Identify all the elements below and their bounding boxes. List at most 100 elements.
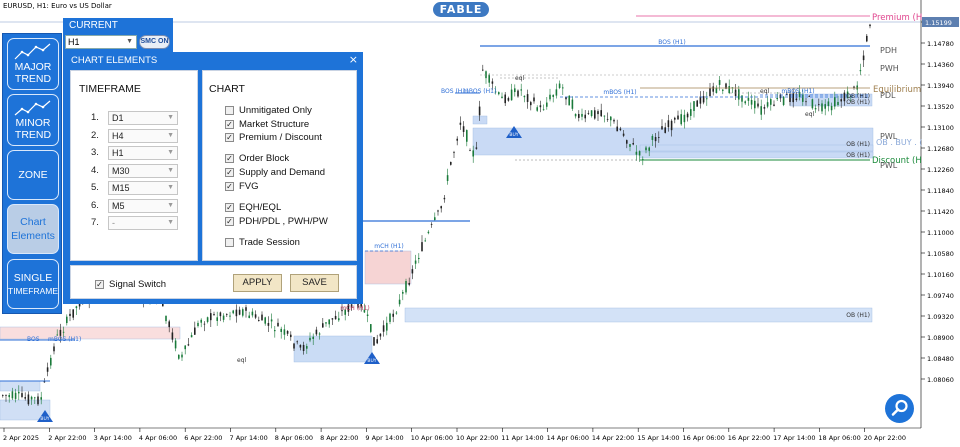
- chart-option-checkbox[interactable]: Unmitigated Only: [225, 105, 355, 118]
- candle: [334, 315, 337, 320]
- chart-option-checkbox[interactable]: ✓ FVG: [225, 181, 355, 194]
- time-label: 2 Apr 22:00: [48, 434, 86, 442]
- trend-icon: [14, 100, 51, 116]
- signal-switch-label: Signal Switch: [109, 279, 167, 290]
- chart-option-label: Premium / Discount: [239, 132, 322, 143]
- candle: [677, 115, 679, 120]
- timeframe-dropdown[interactable]: D1 ▼: [108, 111, 178, 125]
- candle: [782, 96, 785, 105]
- candle: [296, 341, 298, 343]
- close-icon[interactable]: ×: [349, 53, 358, 66]
- candle: [53, 346, 55, 352]
- candle: [379, 333, 382, 337]
- checkbox-icon: ✓: [95, 280, 104, 289]
- candle: [750, 99, 753, 105]
- candle: [686, 113, 689, 118]
- timeframe-dropdown[interactable]: - ▼: [108, 216, 178, 230]
- ob-label: OB (H1): [846, 152, 870, 159]
- candle: [328, 319, 330, 325]
- timeframe-value: M15: [112, 183, 130, 193]
- candle: [245, 307, 247, 311]
- apply-button[interactable]: APPLY: [233, 274, 282, 292]
- candle: [744, 101, 746, 104]
- candle: [414, 260, 417, 264]
- candle: [411, 269, 414, 274]
- single-timeframe-button[interactable]: SINGLE TIMEFRAME: [7, 259, 59, 309]
- pwl-label: PWL: [880, 161, 898, 170]
- candle: [859, 70, 862, 72]
- candle: [680, 114, 682, 125]
- chart-option-checkbox[interactable]: ✓ Market Structure: [225, 119, 355, 132]
- buy-label: BUY: [40, 416, 49, 422]
- checkbox-icon: [225, 238, 234, 247]
- timeframe-row: 3. H1 ▼: [91, 146, 191, 160]
- major-trend-button[interactable]: MAJOR TREND: [7, 38, 59, 90]
- candle: [645, 147, 647, 151]
- dialog-footer: ✓ Signal Switch APPLY SAVE: [70, 265, 357, 299]
- candle: [206, 317, 209, 322]
- candle: [770, 99, 772, 105]
- candle: [485, 71, 487, 79]
- candle: [526, 94, 529, 102]
- chart-option-checkbox[interactable]: ✓ PDH/PDL , PWH/PW: [225, 216, 355, 229]
- candle: [824, 104, 826, 109]
- candle: [613, 119, 615, 122]
- chart-elements-button[interactable]: Chart Elements: [7, 204, 59, 254]
- candle: [597, 111, 599, 115]
- candle: [264, 317, 266, 324]
- timeframe-dropdown[interactable]: H1 ▼: [108, 146, 178, 160]
- candle: [670, 120, 673, 131]
- candle: [702, 96, 705, 103]
- checkbox-icon: ✓: [225, 168, 234, 177]
- candle: [373, 337, 375, 346]
- trend-icon: [14, 43, 51, 60]
- candle: [546, 102, 548, 107]
- timeframe-dropdown[interactable]: H4 ▼: [108, 128, 178, 143]
- timeframe-value: M5: [112, 200, 125, 211]
- chevron-down-icon: ▼: [167, 131, 174, 139]
- candle: [530, 102, 532, 106]
- current-timeframe-select[interactable]: H1 ▼: [65, 35, 137, 49]
- candle: [795, 98, 798, 101]
- pwl-label: PWL: [880, 132, 898, 141]
- current-title: CURRENT: [69, 20, 118, 31]
- candle: [622, 133, 625, 136]
- candle: [728, 86, 730, 94]
- single-timeframe-label-2: TIMEFRAME: [8, 286, 59, 296]
- timeframe-dropdown[interactable]: M5 ▼: [108, 198, 178, 213]
- candle: [590, 110, 593, 117]
- minor-trend-label-2: TREND: [14, 129, 52, 141]
- chart-option-checkbox[interactable]: ✓ EQH/EQL: [225, 202, 355, 215]
- candle: [862, 55, 865, 61]
- smc-toggle-button[interactable]: SMC ON: [139, 35, 170, 49]
- chart-option-checkbox[interactable]: Trade Session: [225, 237, 355, 250]
- candle: [8, 394, 10, 398]
- mch-label: mCH (H1): [340, 305, 369, 312]
- minor-trend-button[interactable]: MINOR TREND: [7, 94, 59, 146]
- candle: [280, 328, 282, 332]
- candle: [699, 96, 702, 104]
- signal-switch-checkbox[interactable]: ✓ Signal Switch: [95, 279, 225, 292]
- search-button[interactable]: [885, 394, 914, 423]
- timeframe-number: 4.: [91, 164, 99, 176]
- timeframe-dropdown[interactable]: M30 ▼: [108, 163, 178, 178]
- time-label: 15 Apr 14:00: [637, 434, 679, 442]
- candle: [584, 114, 586, 119]
- candle: [366, 314, 369, 317]
- chart-option-checkbox[interactable]: ✓ Order Block: [225, 153, 355, 166]
- candle: [398, 299, 401, 305]
- candle: [718, 80, 721, 85]
- ob-label: OB (H1): [846, 141, 870, 148]
- candle: [446, 175, 449, 181]
- candle: [581, 113, 583, 117]
- zone-button[interactable]: ZONE: [7, 150, 59, 200]
- save-button[interactable]: SAVE: [290, 274, 339, 292]
- candle: [869, 24, 871, 27]
- price-label: 1.13520: [927, 103, 954, 111]
- candle: [453, 152, 455, 154]
- timeframe-row: 6. M5 ▼: [91, 198, 191, 213]
- candle: [514, 88, 516, 93]
- timeframe-dropdown[interactable]: M15 ▼: [108, 181, 178, 195]
- chart-option-checkbox[interactable]: ✓ Supply and Demand: [225, 167, 355, 180]
- chart-option-checkbox[interactable]: ✓ Premium / Discount: [225, 132, 355, 145]
